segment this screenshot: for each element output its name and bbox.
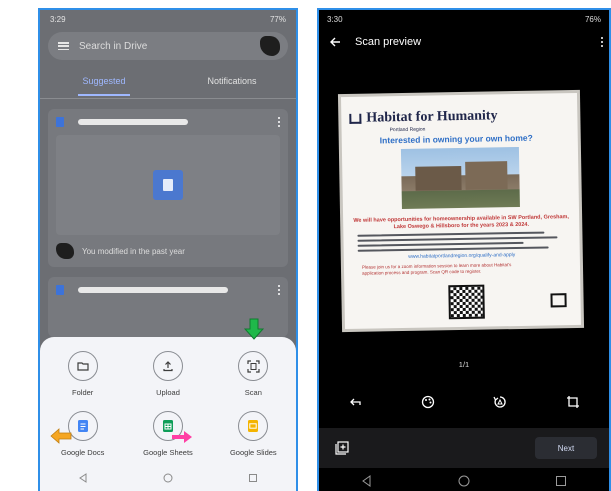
menu-icon[interactable] <box>58 42 69 50</box>
bottom-action-bar: Next <box>319 428 609 468</box>
google-docs-label: Google Docs <box>60 448 105 457</box>
tab-notifications-label: Notifications <box>207 76 257 86</box>
file-thumbnail <box>56 135 280 235</box>
doc-thumbnail-icon <box>153 170 183 200</box>
tab-bar: Suggested Notifications <box>40 68 296 98</box>
tab-suggested[interactable]: Suggested <box>40 68 168 98</box>
edit-toolbar <box>319 390 609 414</box>
back-arrow-icon[interactable] <box>329 36 341 48</box>
page-indicator: 1/1 <box>458 360 470 369</box>
recents-nav-icon[interactable] <box>248 473 258 483</box>
battery-level: 76% <box>584 14 601 24</box>
page-title: Scan preview <box>355 36 422 48</box>
file-modified-text: You modified in the past year <box>82 246 185 256</box>
doc-icon <box>56 285 64 295</box>
drive-phone-screen: 3:29 77% Search in Drive Suggested Notif… <box>38 8 298 491</box>
new-item-bottom-sheet: Folder Upload Scan Google Docs Google Sh… <box>40 337 296 473</box>
folder-label: Folder <box>72 388 94 397</box>
android-nav-bar <box>319 468 609 491</box>
google-slides-icon <box>238 411 269 441</box>
poster-headline: We will have opportunities for homeowner… <box>353 214 570 231</box>
redacted-filename <box>78 287 228 293</box>
google-slides-label: Google Slides <box>229 448 277 457</box>
home-nav-icon[interactable] <box>458 475 470 487</box>
upload-icon <box>152 351 183 381</box>
more-options-icon[interactable] <box>278 117 280 127</box>
avatar[interactable] <box>260 36 280 56</box>
poster-subtitle: Interested in owning your own home? <box>379 132 533 146</box>
doc-icon <box>56 117 64 127</box>
status-time: 3:30 <box>327 14 343 24</box>
scan-button[interactable]: Scan <box>211 351 296 411</box>
google-sheets-button[interactable]: Google Sheets <box>125 411 210 469</box>
back-nav-icon[interactable] <box>361 474 373 487</box>
status-bar: 3:29 77% <box>40 10 296 28</box>
google-slides-button[interactable]: Google Slides <box>211 411 296 469</box>
house-photo <box>400 146 520 210</box>
folder-button[interactable]: Folder <box>40 351 125 411</box>
more-options-icon[interactable] <box>278 285 280 295</box>
orange-left-arrow-icon <box>50 428 72 444</box>
home-nav-icon[interactable] <box>163 473 173 483</box>
poster-footer: Please join us for a zoom information se… <box>361 262 512 276</box>
color-palette-icon[interactable] <box>421 395 435 409</box>
screenshot-canvas: 3:29 77% Search in Drive Suggested Notif… <box>0 0 611 491</box>
search-placeholder: Search in Drive <box>79 40 148 52</box>
pink-right-arrow-icon <box>172 431 192 443</box>
status-bar: 3:30 76% <box>319 10 609 28</box>
poster-body-text <box>351 231 571 252</box>
battery-level: 77% <box>269 14 286 24</box>
scan-preview-phone-screen: 3:30 76% Scan preview Habitat for Humani… <box>317 8 611 491</box>
crop-icon[interactable] <box>566 395 580 409</box>
scanned-document: Habitat for Humanity Portland Region Int… <box>340 92 582 330</box>
upload-label: Upload <box>156 388 180 397</box>
redacted-filename <box>78 119 188 125</box>
scan-icon <box>238 351 269 381</box>
green-down-arrow-icon <box>244 318 264 340</box>
more-options-icon[interactable] <box>601 37 603 47</box>
retake-icon[interactable] <box>348 395 362 409</box>
scan-label: Scan <box>244 388 262 397</box>
google-docs-icon <box>67 411 98 441</box>
app-header: Scan preview <box>319 28 609 56</box>
search-bar[interactable]: Search in Drive <box>48 32 288 60</box>
qr-code <box>448 284 485 320</box>
file-card[interactable]: You modified in the past year <box>48 109 288 267</box>
next-button[interactable]: Next <box>535 437 597 459</box>
tab-notifications[interactable]: Notifications <box>168 68 296 98</box>
owner-avatar <box>56 243 74 259</box>
back-nav-icon[interactable] <box>78 473 88 483</box>
recents-nav-icon[interactable] <box>555 475 567 487</box>
upload-button[interactable]: Upload <box>125 351 210 411</box>
add-page-icon[interactable] <box>335 441 349 455</box>
rotate-icon[interactable] <box>493 395 507 409</box>
poster-title: Habitat for Humanity <box>366 108 498 126</box>
habitat-logo-icon <box>349 113 362 124</box>
tab-suggested-label: Suggested <box>82 76 126 86</box>
equal-housing-icon <box>550 293 567 308</box>
status-time: 3:29 <box>50 14 66 24</box>
poster-link: www.habitatportlandregion.org/qualify-an… <box>408 252 516 260</box>
android-nav-bar <box>40 465 296 491</box>
folder-icon <box>67 351 98 381</box>
google-sheets-label: Google Sheets <box>143 448 193 457</box>
